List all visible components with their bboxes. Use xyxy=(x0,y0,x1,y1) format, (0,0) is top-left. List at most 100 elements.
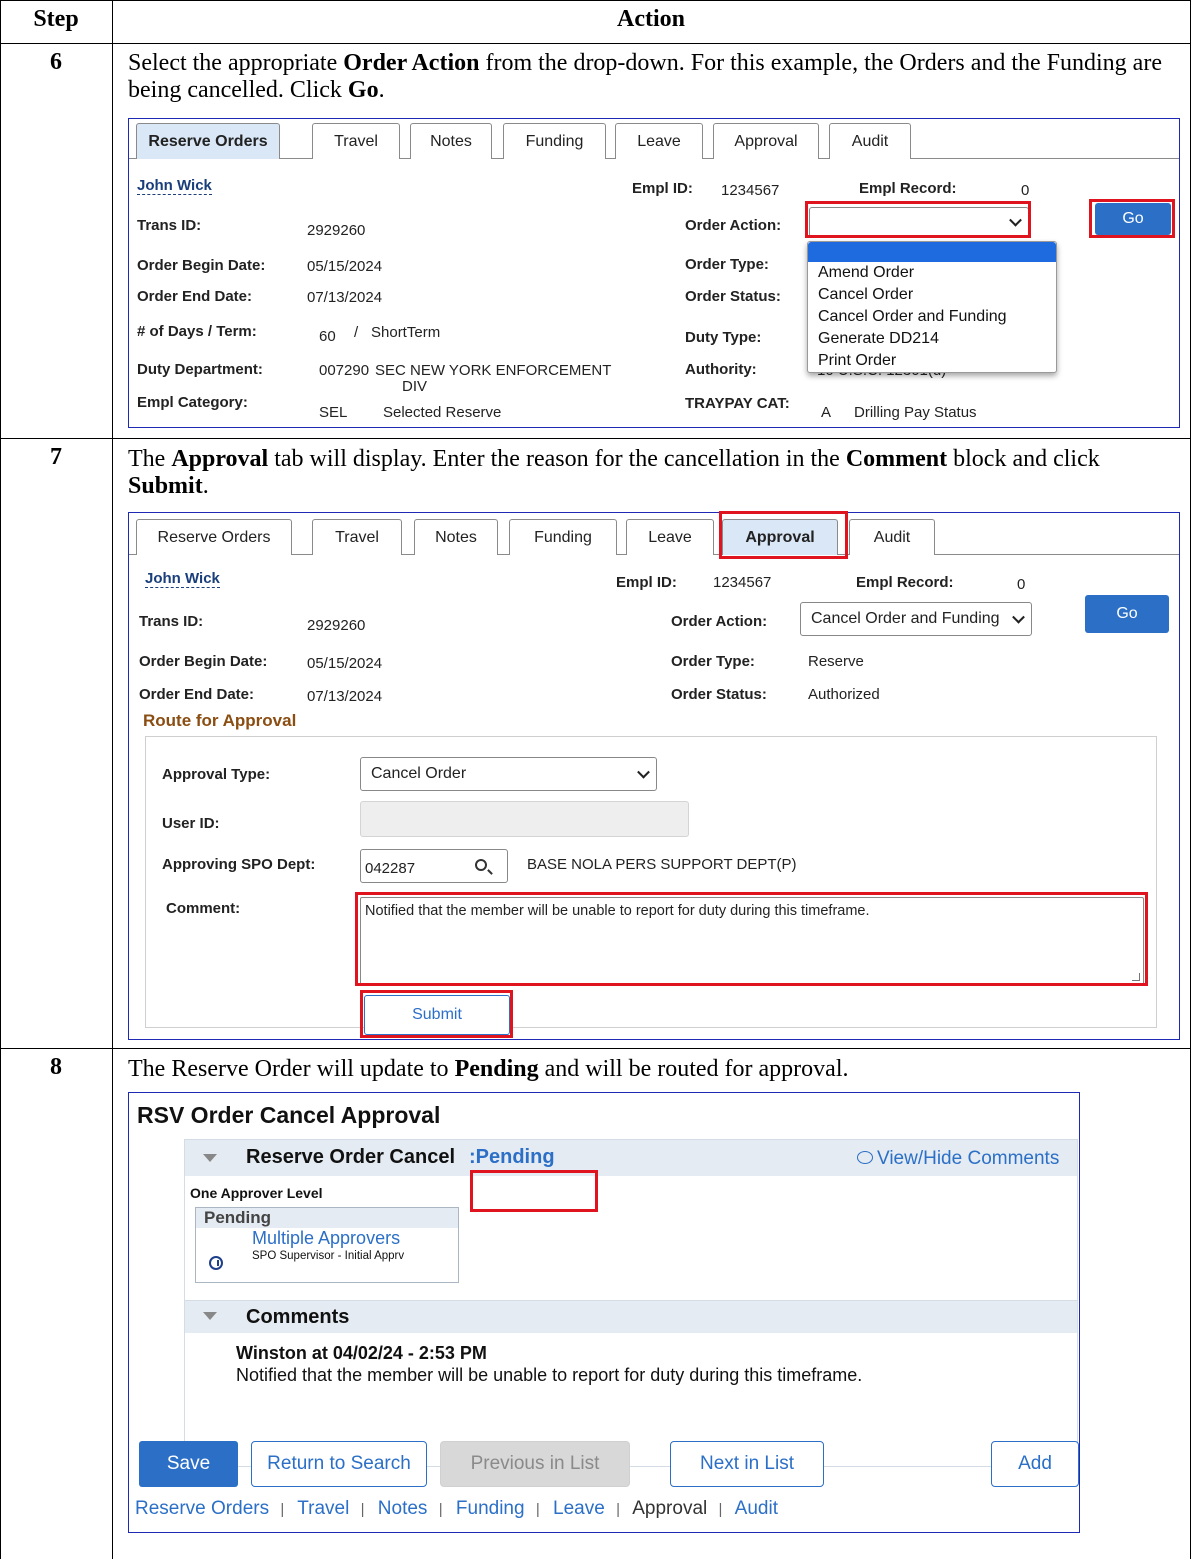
comment-author: Winston at 04/02/24 - 2:53 PM xyxy=(236,1343,487,1363)
order-status-label: Order Status: xyxy=(685,288,781,305)
comment-label: Comment: xyxy=(166,900,241,917)
header-step: Step xyxy=(33,6,79,32)
link-travel[interactable]: Travel xyxy=(297,1498,349,1519)
order-action-dropdown: Amend Order Cancel Order Cancel Order an… xyxy=(807,241,1057,373)
tab-approval[interactable]: Approval xyxy=(713,123,819,159)
dropdown-item[interactable]: Amend Order xyxy=(818,264,914,282)
begin-date-value: 05/15/2024 xyxy=(307,258,383,275)
view-hide-comments-link[interactable]: View/Hide Comments xyxy=(877,1148,1059,1170)
comment-text: Notified that the member will be unable … xyxy=(365,903,870,919)
chevron-down-icon xyxy=(1012,610,1025,624)
dropdown-item[interactable]: Cancel Order xyxy=(818,286,913,304)
collapse-triangle-icon[interactable] xyxy=(203,1312,217,1320)
chevron-down-icon xyxy=(637,765,650,779)
dropdown-item[interactable]: Cancel Order and Funding xyxy=(818,308,1007,326)
tab-reserve-orders[interactable]: Reserve Orders xyxy=(136,123,280,159)
order-action-select[interactable] xyxy=(809,207,1029,237)
approver-level: One Approver Level xyxy=(190,1185,323,1201)
collapse-triangle-icon[interactable] xyxy=(203,1154,217,1162)
add-button[interactable]: Add xyxy=(991,1441,1079,1487)
order-action-select[interactable]: Cancel Order and Funding xyxy=(800,602,1032,636)
comment-bubble-icon[interactable] xyxy=(857,1151,873,1164)
days-term-label: # of Days / Term: xyxy=(137,323,257,340)
user-id-input[interactable] xyxy=(360,801,689,837)
approver-card-status: Pending xyxy=(196,1208,458,1228)
link-funding[interactable]: Funding xyxy=(456,1498,525,1519)
header-action: Action xyxy=(617,6,685,32)
approval-type-select[interactable]: Cancel Order xyxy=(360,757,657,791)
step-number: 6 xyxy=(50,49,62,75)
link-notes[interactable]: Notes xyxy=(378,1498,428,1519)
dropdown-item[interactable]: Print Order xyxy=(818,352,896,370)
traypay-name: Drilling Pay Status xyxy=(854,404,977,421)
chevron-down-icon xyxy=(1009,213,1022,227)
instruction-text: . xyxy=(202,473,209,499)
tab-funding[interactable]: Funding xyxy=(503,123,606,159)
duty-department-label: Duty Department: xyxy=(137,361,263,378)
link-separator: | xyxy=(280,1501,285,1518)
table-line xyxy=(0,438,1191,439)
return-to-search-button[interactable]: Return to Search xyxy=(251,1441,427,1487)
dropdown-item[interactable]: Generate DD214 xyxy=(818,330,939,348)
link-approval-current: Approval xyxy=(632,1498,708,1519)
submit-button[interactable]: Submit xyxy=(364,995,510,1035)
order-action-value: Cancel Order and Funding xyxy=(811,610,1000,627)
trans-id-value: 2929260 xyxy=(307,617,366,634)
empl-id-label: Empl ID: xyxy=(632,180,693,197)
step-number: 7 xyxy=(50,444,62,470)
tab-leave[interactable]: Leave xyxy=(626,519,714,555)
link-audit[interactable]: Audit xyxy=(735,1498,778,1519)
tab-audit[interactable]: Audit xyxy=(849,519,935,555)
tab-reserve-orders[interactable]: Reserve Orders xyxy=(136,519,292,555)
end-date-value: 07/13/2024 xyxy=(307,688,383,705)
days-value: 60 xyxy=(319,328,336,345)
tab-audit[interactable]: Audit xyxy=(829,123,911,159)
table-line xyxy=(0,1048,1191,1049)
approval-type-label: Approval Type: xyxy=(162,766,271,783)
table-line xyxy=(0,43,1191,44)
order-type-label: Order Type: xyxy=(685,256,769,273)
multiple-approvers-link[interactable]: Multiple Approvers xyxy=(252,1228,400,1249)
instruction-bold: Comment xyxy=(845,446,948,472)
section-status: :Pending xyxy=(469,1146,555,1168)
tab-bar: Reserve Orders Travel Notes Funding Leav… xyxy=(129,123,1179,159)
dropdown-item-blank[interactable] xyxy=(808,242,1056,262)
go-button[interactable]: Go xyxy=(1085,595,1169,633)
tab-funding[interactable]: Funding xyxy=(509,519,617,555)
tab-leave[interactable]: Leave xyxy=(615,123,703,159)
step-number: 8 xyxy=(50,1054,62,1080)
duty-department-code: 007290 xyxy=(319,362,370,379)
page-title: RSV Order Cancel Approval xyxy=(137,1102,441,1128)
trans-id-value: 2929260 xyxy=(307,222,366,239)
go-button[interactable]: Go xyxy=(1095,203,1171,235)
tab-travel[interactable]: Travel xyxy=(312,123,400,159)
approving-spo-dept-label: Approving SPO Dept: xyxy=(162,856,316,873)
search-icon[interactable] xyxy=(475,859,487,871)
tab-bar: Reserve Orders Travel Notes Funding Leav… xyxy=(129,519,1179,555)
duty-department-name: SEC NEW YORK ENFORCEMENT xyxy=(375,362,612,379)
instruction-text: The Reserve Order will update to xyxy=(128,1056,455,1082)
search-icon-handle xyxy=(487,869,493,875)
link-leave[interactable]: Leave xyxy=(553,1498,605,1519)
tab-travel[interactable]: Travel xyxy=(312,519,402,555)
order-status-label: Order Status: xyxy=(671,686,767,703)
tab-notes[interactable]: Notes xyxy=(410,123,492,159)
end-date-label: Order End Date: xyxy=(139,686,255,703)
spo-dept-input[interactable]: 042287 xyxy=(360,849,508,883)
employee-name[interactable]: John Wick xyxy=(145,570,220,588)
step-instruction: The Reserve Order will update to Pending… xyxy=(128,1056,1178,1083)
screenshot-rsv-order-cancel-approval: RSV Order Cancel Approval Reserve Order … xyxy=(128,1092,1080,1533)
comment-textarea[interactable]: Notified that the member will be unable … xyxy=(360,897,1144,985)
instruction-text: . xyxy=(378,77,385,103)
link-reserve-orders[interactable]: Reserve Orders xyxy=(135,1498,269,1519)
next-in-list-button[interactable]: Next in List xyxy=(670,1441,824,1487)
resize-handle-icon[interactable] xyxy=(1132,973,1140,981)
employee-name[interactable]: John Wick xyxy=(137,177,212,195)
tab-approval[interactable]: Approval xyxy=(722,519,838,555)
save-button[interactable]: Save xyxy=(139,1441,238,1487)
tab-notes[interactable]: Notes xyxy=(414,519,498,555)
table-line xyxy=(0,0,1,1559)
empl-record-label: Empl Record: xyxy=(859,180,957,197)
order-status-value: Authorized xyxy=(808,686,880,703)
approval-section-header: Reserve Order Cancel :Pending View/Hide … xyxy=(185,1140,1077,1176)
